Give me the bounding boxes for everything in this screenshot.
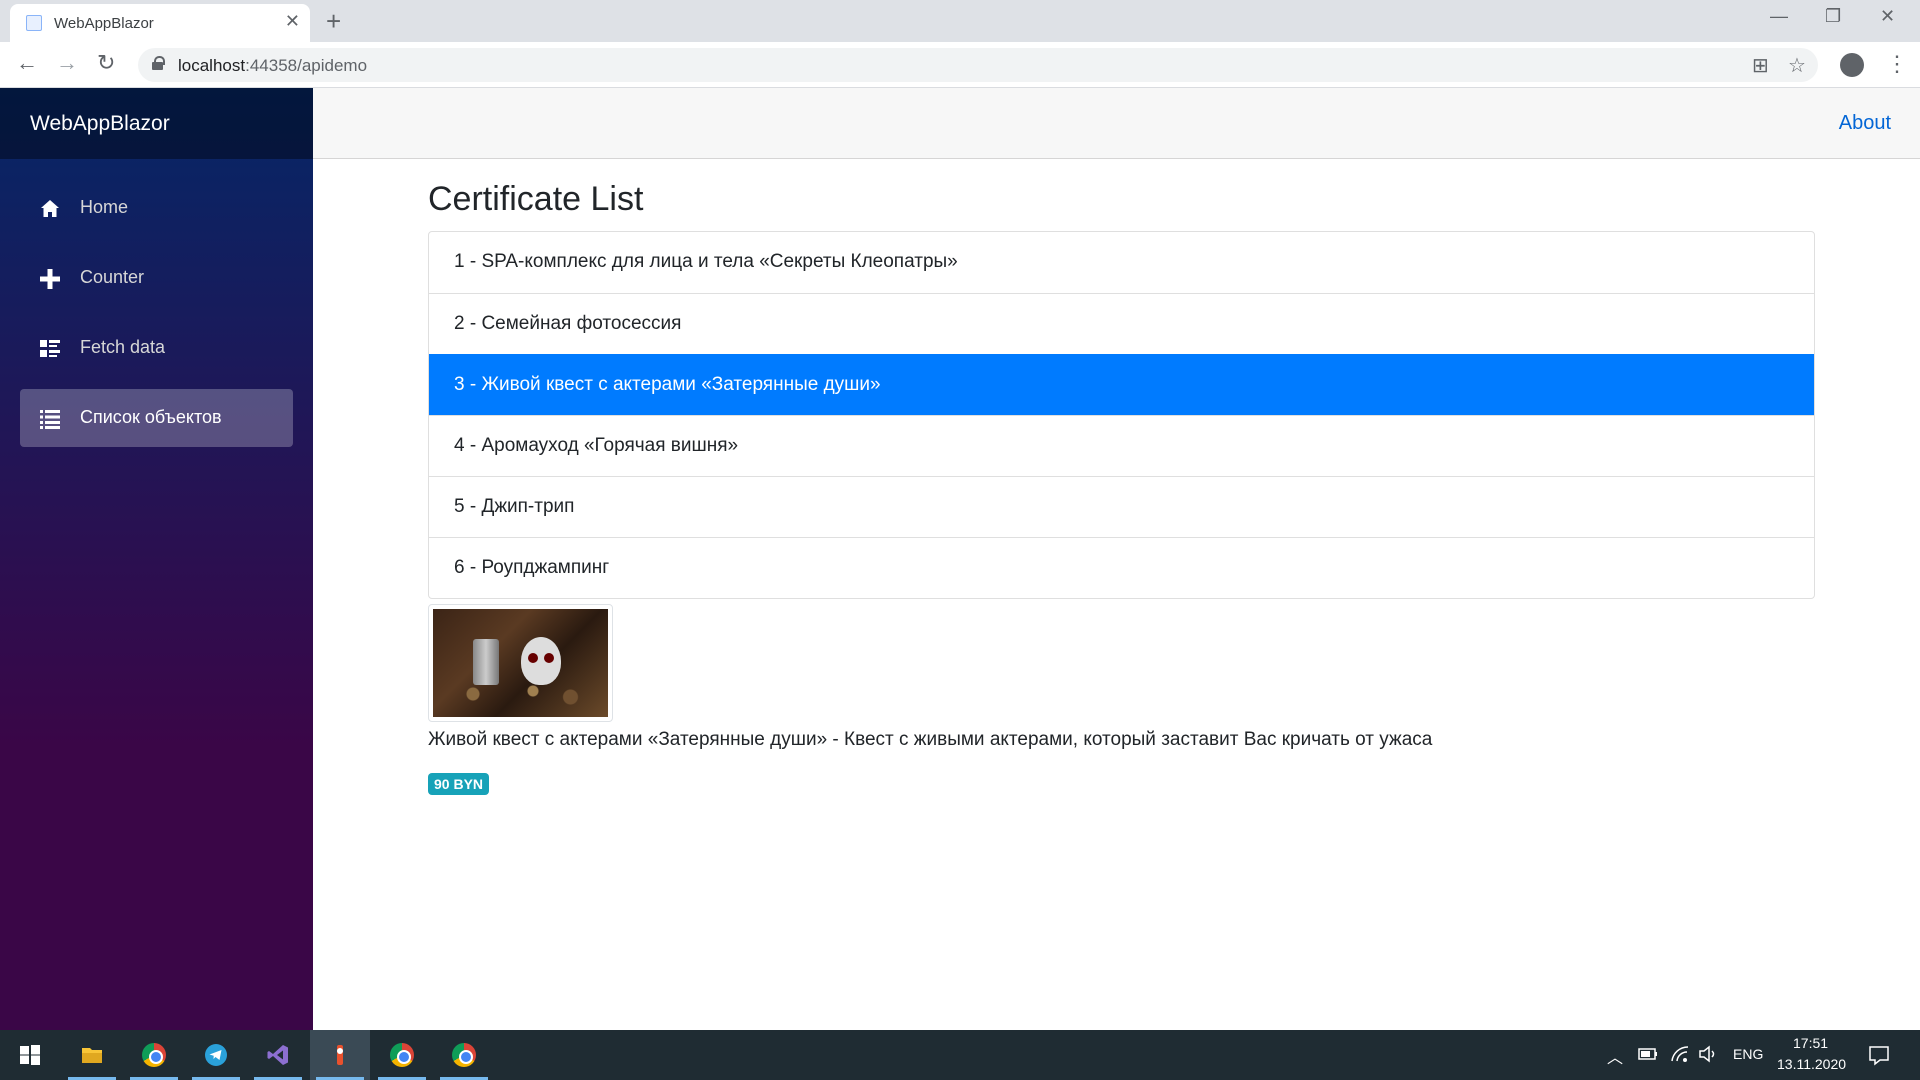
lock-icon[interactable] [152, 56, 165, 70]
taskbar-visual-studio[interactable] [248, 1030, 308, 1080]
back-button[interactable]: ← [16, 50, 38, 76]
volume-icon[interactable] [1698, 1045, 1720, 1063]
taskbar-file-explorer[interactable] [62, 1030, 122, 1080]
windows-start-button[interactable] [0, 1030, 60, 1080]
home-icon [41, 200, 59, 217]
list-rich-icon [40, 340, 60, 357]
certificate-image [433, 609, 608, 717]
tab-close-icon[interactable]: ✕ [285, 11, 300, 32]
sidebar-item-counter[interactable]: Counter [20, 249, 293, 307]
main-content: Certificate List 1 - SPA-комплекс для ли… [428, 180, 1815, 795]
list-item[interactable]: 2 - Семейная фотосессия [429, 293, 1814, 354]
browser-toolbar: ← → ↻ localhost:44358/apidemo ⊞ ☆ ⋮ [0, 42, 1920, 88]
close-window-button[interactable]: ✕ [1880, 6, 1895, 27]
list-item-selected[interactable]: 3 - Живой квест с актерами «Затерянные д… [429, 354, 1814, 415]
taskbar-telegram[interactable] [186, 1030, 246, 1080]
forward-button[interactable]: → [56, 50, 78, 76]
translate-icon[interactable]: ⊞ [1752, 53, 1769, 78]
browser-tab[interactable]: WebAppBlazor ✕ [10, 4, 310, 42]
about-link[interactable]: About [1839, 112, 1891, 135]
sidebar-item-label: Fetch data [80, 337, 166, 357]
chrome-icon [142, 1043, 166, 1067]
folder-icon [82, 1048, 102, 1063]
image-detail [544, 653, 554, 663]
taskbar-chrome[interactable] [124, 1030, 184, 1080]
sidebar-item-label: Home [80, 197, 129, 217]
notifications-icon[interactable] [1868, 1044, 1890, 1066]
bookmark-star-icon[interactable]: ☆ [1788, 53, 1806, 78]
url-text[interactable]: localhost:44358/apidemo [178, 56, 367, 76]
chrome-icon [452, 1043, 476, 1067]
price-badge: 90 BYN [428, 773, 490, 795]
taskbar: ︿ ENG 17:51 13.11.2020 [0, 1030, 1920, 1080]
sidebar-item-fetch-data[interactable]: Fetch data [20, 319, 293, 377]
browser-menu-icon[interactable]: ⋮ [1886, 51, 1908, 77]
address-bar[interactable]: localhost:44358/apidemo ⊞ ☆ [138, 48, 1818, 82]
chrome-icon [390, 1043, 414, 1067]
tab-title: WebAppBlazor [54, 15, 154, 32]
taskbar-active-app[interactable] [310, 1030, 370, 1080]
minimize-button[interactable]: — [1770, 6, 1788, 27]
app-icon [337, 1045, 343, 1065]
tray-chevron-icon[interactable]: ︿ [1607, 1044, 1623, 1068]
image-detail [443, 679, 593, 709]
image-detail [528, 653, 538, 663]
certificate-description: Живой квест с актерами «Затерянные души»… [428, 729, 1433, 750]
page-favicon-icon [26, 15, 42, 31]
brand-row: WebAppBlazor [0, 88, 313, 159]
url-host: localhost [178, 56, 246, 75]
wifi-icon[interactable] [1670, 1045, 1690, 1063]
list-item[interactable]: 1 - SPA-комплекс для лица и тела «Секрет… [429, 232, 1814, 293]
url-path: :44358/apidemo [245, 56, 368, 75]
battery-icon[interactable] [1638, 1047, 1658, 1061]
certificate-list: 1 - SPA-комплекс для лица и тела «Секрет… [428, 231, 1815, 599]
reload-button[interactable]: ↻ [97, 50, 115, 76]
list-item[interactable]: 5 - Джип-трип [429, 476, 1814, 537]
brand-link[interactable]: WebAppBlazor [30, 88, 313, 136]
maximize-button[interactable]: ❐ [1825, 6, 1841, 27]
list-item[interactable]: 6 - Роупджампинг [429, 537, 1814, 598]
skull-image-detail [521, 637, 561, 685]
browser-tab-bar: WebAppBlazor ✕ + — ❐ ✕ [0, 0, 1920, 42]
visual-studio-icon [267, 1045, 288, 1065]
telegram-icon [205, 1044, 227, 1066]
page-title: Certificate List [428, 180, 644, 218]
sidebar-item-object-list[interactable]: Список объектов [20, 389, 293, 447]
clock-date[interactable]: 13.11.2020 [1777, 1056, 1846, 1072]
sidebar-item-label: Список объектов [80, 407, 222, 427]
new-tab-button[interactable]: + [326, 6, 341, 37]
certificate-thumbnail [428, 604, 613, 722]
profile-avatar-icon[interactable] [1840, 53, 1864, 77]
sidebar-item-home[interactable]: Home [20, 179, 293, 237]
top-row: About [313, 88, 1920, 159]
sidebar-item-label: Counter [80, 267, 145, 287]
list-item[interactable]: 4 - Аромауход «Горячая вишня» [429, 415, 1814, 476]
sidebar: WebAppBlazor Home Counter Fetch data Спи… [0, 88, 313, 1030]
clock-time[interactable]: 17:51 [1793, 1035, 1828, 1051]
taskbar-chrome-2[interactable] [372, 1030, 432, 1080]
taskbar-chrome-3[interactable] [434, 1030, 494, 1080]
windows-icon [20, 1045, 40, 1065]
plus-icon [40, 269, 60, 289]
list-icon [40, 410, 60, 429]
language-indicator[interactable]: ENG [1733, 1046, 1763, 1062]
